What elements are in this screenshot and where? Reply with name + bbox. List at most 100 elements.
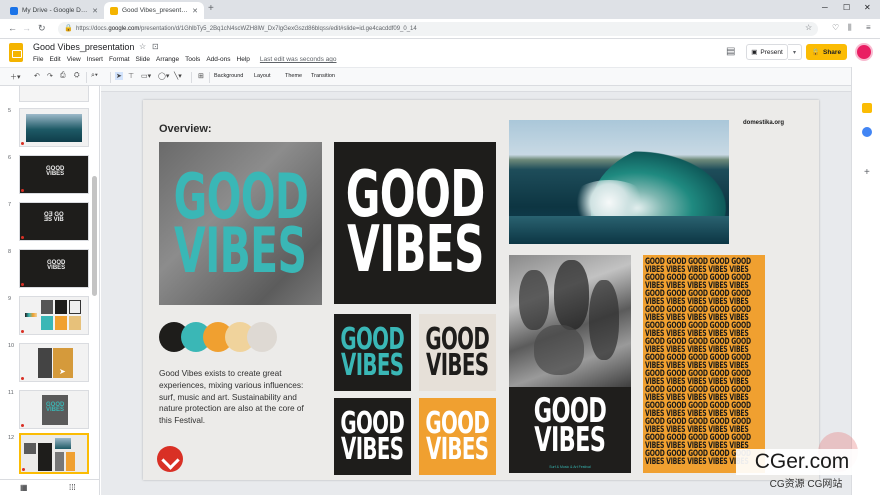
image-icon[interactable]: ▭▾: [141, 72, 151, 80]
tasks-icon[interactable]: [862, 127, 872, 137]
slide-12[interactable]: Overview: domestika.org GOOD VIBES GOOD …: [143, 100, 819, 480]
slide-heading[interactable]: Overview:: [159, 123, 212, 135]
slide-thumbnail-partial[interactable]: [19, 86, 89, 102]
layout-button[interactable]: Layout: [254, 73, 271, 79]
menu-icon[interactable]: ≡: [866, 23, 871, 32]
document-title[interactable]: Good Vibes_presentation: [33, 42, 134, 52]
maximize-icon[interactable]: ☐: [843, 3, 850, 12]
keep-icon[interactable]: [862, 103, 872, 113]
comment-dot-icon: [21, 283, 24, 286]
filmstrip-scrollbar[interactable]: [92, 176, 97, 296]
menu-tools[interactable]: Tools: [185, 56, 200, 63]
slide-thumbnail-8[interactable]: GOOD VIBES: [19, 249, 89, 288]
slides-logo-icon[interactable]: [9, 43, 23, 62]
list-view-icon[interactable]: ▦: [20, 483, 28, 492]
undo-icon[interactable]: ↶: [34, 72, 40, 80]
present-dropdown-icon[interactable]: ▾: [788, 44, 802, 60]
avatar[interactable]: [855, 43, 873, 61]
select-cursor-icon[interactable]: ➤: [115, 72, 123, 80]
move-folder-icon[interactable]: ⊡: [152, 42, 159, 51]
comment-history-icon[interactable]: ▤: [726, 46, 735, 57]
editor-toolbar: ＋▾ ↶ ↷ ⎙ ⛭ ⌕▾ ➤ ⊤ ▭▾ ◯▾ ╲▾ ⊞ Background …: [0, 67, 880, 86]
thumb-image: [38, 443, 52, 471]
poster-gray-teal[interactable]: GOOD VIBES: [159, 142, 322, 305]
slide-thumbnail-9[interactable]: [19, 296, 89, 335]
share-button[interactable]: 🔒 Share: [806, 44, 847, 60]
theme-button[interactable]: Theme: [285, 73, 302, 79]
poster-cream-black[interactable]: GOOD VIBES: [419, 314, 496, 391]
lock-icon: 🔒: [64, 25, 73, 32]
url-input[interactable]: 🔒 https://docs.google.com/presentation/d/…: [58, 22, 818, 36]
poster-orange-pattern[interactable]: GOOD GOOD GOOD GOOD GOOD VIBES VIBES VIB…: [643, 255, 765, 473]
last-edit-link[interactable]: Last edit was seconds ago: [260, 56, 337, 63]
wave-water: [509, 216, 729, 244]
poster-black-white-small[interactable]: GOOD VIBES: [334, 398, 411, 475]
library-icon[interactable]: ⫼: [848, 23, 852, 33]
star-icon[interactable]: ☆: [805, 23, 812, 32]
transition-button[interactable]: Transition: [311, 73, 335, 79]
poster-black-teal[interactable]: GOOD VIBES: [334, 314, 411, 391]
filmstrip-footer: ▦ ⁞⁞⁞: [0, 479, 100, 495]
menu-slide[interactable]: Slide: [136, 56, 150, 63]
tab-my-drive[interactable]: My Drive - Google Drive ✕: [4, 2, 104, 19]
slide-thumbnail-12[interactable]: [19, 433, 89, 474]
menu-file[interactable]: File: [33, 56, 43, 63]
poster-orange-white[interactable]: GOOD VIBES: [419, 398, 496, 475]
close-tab-icon[interactable]: ✕: [92, 7, 98, 15]
poster-word: VIBES: [174, 213, 307, 287]
thumb-image: [69, 316, 81, 330]
add-addon-icon[interactable]: +: [864, 167, 870, 178]
menu-addons[interactable]: Add-ons: [206, 56, 230, 63]
slide-description[interactable]: Good Vibes exists to create great experi…: [159, 368, 319, 427]
forward-icon[interactable]: →: [22, 23, 31, 33]
present-button[interactable]: ▣ Present: [746, 44, 788, 60]
slide-thumbnail-7[interactable]: OƎ GO ƎS VIB: [19, 202, 89, 241]
lock-icon: 🔒: [811, 49, 820, 56]
textbox-icon[interactable]: ⊤: [128, 72, 134, 80]
minimize-icon[interactable]: ─: [822, 3, 828, 12]
close-tab-icon[interactable]: ✕: [192, 7, 198, 15]
tab-good-vibes[interactable]: Good Vibes_presentation - Google Slides …: [104, 2, 204, 19]
new-tab-button[interactable]: +: [208, 3, 214, 14]
menu-help[interactable]: Help: [237, 56, 250, 63]
grid-view-icon[interactable]: ⁞⁞⁞: [69, 483, 76, 492]
menu-edit[interactable]: Edit: [49, 56, 60, 63]
side-panel: +: [851, 67, 880, 495]
reload-icon[interactable]: ↻: [38, 23, 46, 34]
heart-icon[interactable]: ♡: [832, 23, 839, 32]
comment-dot-icon: [21, 142, 24, 145]
thumb-text: GOOD VIBES: [46, 402, 65, 414]
print-icon[interactable]: ⎙: [60, 72, 66, 80]
paint-format-icon[interactable]: ⛭: [74, 72, 80, 80]
zoom-icon[interactable]: ⌕▾: [91, 72, 98, 80]
slide-thumbnail-6[interactable]: GOOD VIBES: [19, 155, 89, 194]
brand-text[interactable]: domestika.org: [743, 120, 784, 126]
line-icon[interactable]: ╲▾: [174, 72, 182, 80]
close-window-icon[interactable]: ✕: [864, 3, 871, 12]
menu-arrange[interactable]: Arrange: [156, 56, 179, 63]
thumb-image: [55, 452, 64, 471]
menu-insert[interactable]: Insert: [87, 56, 103, 63]
redo-icon[interactable]: ↷: [47, 72, 53, 80]
background-button[interactable]: Background: [214, 73, 243, 79]
add-comment-icon[interactable]: ⊞: [198, 72, 204, 80]
menu-format[interactable]: Format: [109, 56, 130, 63]
comment-dot-icon: [21, 189, 24, 192]
ruler: [101, 86, 851, 92]
slide-thumbnail-10[interactable]: ➤: [19, 343, 89, 382]
menu-view[interactable]: View: [67, 56, 81, 63]
surfers-photo[interactable]: [509, 255, 631, 387]
slide-thumbnail-11[interactable]: GOOD VIBES: [19, 390, 89, 429]
star-document-icon[interactable]: ☆: [139, 42, 146, 51]
back-icon[interactable]: ←: [8, 23, 17, 33]
new-slide-icon[interactable]: ＋▾: [10, 72, 21, 82]
color-swatch-light-gray[interactable]: [247, 322, 277, 352]
slide-thumbnail-5[interactable]: [19, 108, 89, 147]
present-label: Present: [760, 48, 783, 56]
poster-photo-bottom[interactable]: GOOD VIBES Surf & Music & Art Festival: [509, 387, 631, 473]
poster-black-white[interactable]: GOOD VIBES: [334, 142, 496, 304]
wave-photo[interactable]: [509, 120, 729, 244]
domestika-logo-icon[interactable]: [157, 446, 183, 472]
shape-icon[interactable]: ◯▾: [158, 72, 169, 80]
watermark-text: CGer.com: [736, 449, 868, 475]
